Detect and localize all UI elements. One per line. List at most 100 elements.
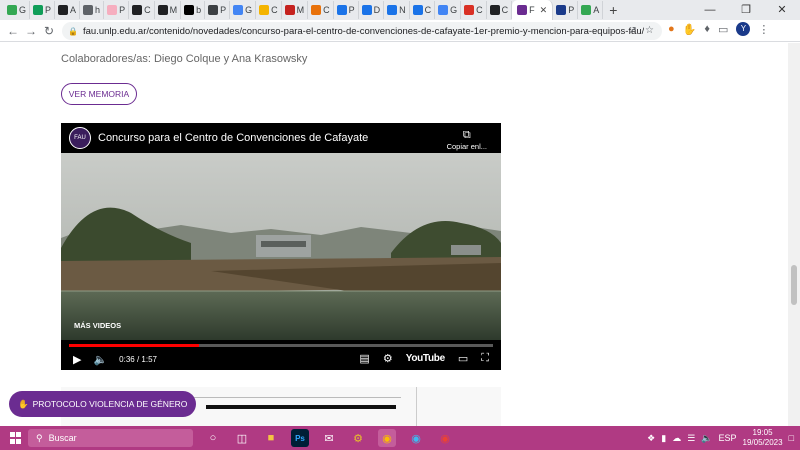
cortana-icon[interactable]: ○ (204, 429, 222, 447)
tab-label: N (399, 5, 406, 15)
extensions-area: ● ✋ ♦ ▭ Y ⋮ (668, 22, 769, 36)
address-bar: ← → ↻ 🔒 fau.unlp.edu.ar/contenido/noveda… (0, 20, 800, 42)
tab-label: C (501, 5, 509, 15)
collaborators-text: Colaboradores/as: Diego Colque y Ana Kra… (61, 53, 308, 65)
ver-memoria-button[interactable]: VER MEMORIA (61, 83, 137, 105)
clock[interactable]: 19:05 19/05/2023 (743, 428, 783, 448)
video-frame (61, 153, 501, 340)
browser-tab[interactable]: G (435, 1, 462, 19)
volume-icon[interactable]: 🔈 (93, 353, 107, 366)
metamask-extension-icon[interactable]: ● (668, 23, 675, 35)
bookmark-star-icon[interactable]: ☆ (645, 22, 654, 40)
browser-tab[interactable]: M (155, 1, 182, 19)
browser-tab[interactable]: h (80, 1, 105, 19)
tab-favicon-icon (7, 5, 17, 15)
taskbar-search[interactable]: ⚲ Buscar (28, 429, 193, 447)
fullscreen-icon[interactable]: ⛶ (481, 352, 489, 365)
browser-tab[interactable]: C (410, 1, 436, 19)
browser-tab[interactable]: P (30, 1, 56, 19)
mail-icon[interactable]: ✉ (320, 429, 338, 447)
tab-favicon-icon (361, 5, 372, 15)
tab-label: F (529, 5, 535, 15)
browser-tab[interactable]: b (181, 1, 206, 19)
video-progress-bar[interactable] (69, 344, 493, 347)
minimize-icon[interactable]: — (692, 0, 728, 20)
channel-avatar[interactable]: FAU (69, 127, 91, 149)
tab-label: C (323, 5, 330, 15)
tab-favicon-icon (311, 5, 322, 15)
menu-kebab-icon[interactable]: ⋮ (758, 23, 769, 36)
windows-start-icon[interactable] (10, 432, 22, 444)
reload-icon[interactable]: ↻ (40, 24, 58, 38)
clock-date: 19/05/2023 (742, 438, 783, 447)
notifications-icon[interactable]: □ (789, 433, 794, 443)
browser-tab[interactable]: P (104, 1, 130, 19)
tab-favicon-icon (464, 5, 475, 15)
edge-icon[interactable]: ◉ (407, 429, 425, 447)
tab-label: G (245, 5, 253, 15)
extensions-puzzle-icon[interactable]: ♦ (704, 23, 710, 35)
subtitles-icon[interactable]: ▤ (359, 352, 369, 365)
app-icon[interactable]: ⚙ (349, 429, 367, 447)
browser-tab[interactable]: P (334, 1, 359, 19)
browser-tab[interactable]: C (487, 1, 513, 19)
browser-tab[interactable]: A (578, 1, 604, 19)
browser-tab[interactable]: C (308, 1, 334, 19)
video-title[interactable]: Concurso para el Centro de Convenciones … (98, 132, 368, 144)
settings-gear-icon[interactable]: ⚙ (383, 352, 393, 365)
tab-label: D (373, 5, 381, 15)
photoshop-icon[interactable]: Ps (291, 429, 309, 447)
browser-tab[interactable]: P (205, 1, 231, 19)
youtube-logo[interactable]: YouTube (406, 353, 446, 364)
tab-favicon-icon (132, 5, 143, 15)
people-icon[interactable]: ❖ (647, 433, 655, 444)
forward-icon[interactable]: → (22, 24, 40, 38)
tab-strip: G P Ah P C Mb P G C M C P D N C G C C F ✕ P A + (0, 0, 800, 20)
copy-link-button[interactable]: ⧉ Copiar enl... (447, 129, 487, 151)
page-scrollbar[interactable] (788, 43, 800, 426)
youtube-video-player[interactable]: FAU Concurso para el Centro de Convencio… (61, 123, 501, 370)
browser-tab[interactable]: C (129, 1, 155, 19)
browser-tab[interactable]: D (359, 1, 385, 19)
windows-taskbar: ⚲ Buscar ○ ◫ ■ Ps ✉ ⚙ ◉ ◉ ◉ ❖ ▮ ☁ ☰ 🔈 ES… (0, 426, 800, 450)
share-icon[interactable]: ↗ (629, 22, 637, 40)
language-indicator[interactable]: ESP (719, 433, 737, 443)
cast-icon[interactable]: ▭ (458, 352, 468, 365)
wifi-icon[interactable]: ☰ (687, 433, 695, 444)
back-icon[interactable]: ← (4, 24, 22, 38)
protocolo-violencia-button[interactable]: ✋ PROTOCOLO VIOLENCIA DE GÉNERO (9, 391, 197, 417)
play-icon[interactable]: ▶ (73, 353, 81, 366)
browser-tab[interactable]: A (55, 1, 81, 19)
side-panel-icon[interactable]: ▭ (718, 23, 728, 36)
video-title-bar: FAU Concurso para el Centro de Convencio… (61, 123, 501, 153)
cloud-icon[interactable]: ☁ (672, 433, 681, 444)
chrome-profile-icon[interactable]: ◉ (436, 429, 454, 447)
tab-favicon-icon (208, 5, 219, 15)
browser-tab[interactable]: M (282, 1, 309, 19)
browser-tab[interactable]: F ✕ (512, 0, 554, 20)
extension-icon-2[interactable]: ✋ (683, 23, 697, 36)
browser-tab[interactable]: C (256, 1, 282, 19)
maximize-icon[interactable]: ❐ (728, 0, 764, 20)
volume-tray-icon[interactable]: 🔈 (701, 433, 712, 444)
browser-tab[interactable]: C (461, 1, 487, 19)
plan-section-bar (206, 405, 396, 409)
profile-avatar[interactable]: Y (736, 22, 751, 36)
close-window-icon[interactable]: ✕ (764, 0, 800, 20)
browser-tab[interactable]: N (384, 1, 410, 19)
page-content: Colaboradores/as: Diego Colque y Ana Kra… (0, 43, 788, 426)
tab-label: M (169, 5, 178, 15)
browser-tab[interactable]: G (230, 1, 257, 19)
plan-sketch (416, 387, 486, 426)
chrome-icon[interactable]: ◉ (378, 429, 396, 447)
browser-tab[interactable]: P (553, 1, 579, 19)
scrollbar-thumb[interactable] (791, 265, 797, 305)
browser-tab[interactable]: G (4, 1, 31, 19)
file-explorer-icon[interactable]: ■ (262, 429, 280, 447)
more-videos-label[interactable]: MÁS VIDEOS (74, 321, 121, 330)
new-tab-button[interactable]: + (609, 2, 617, 18)
battery-icon[interactable]: ▮ (661, 433, 666, 444)
url-field[interactable]: 🔒 fau.unlp.edu.ar/contenido/novedades/co… (62, 22, 662, 40)
close-tab-icon[interactable]: ✕ (540, 5, 548, 16)
task-view-icon[interactable]: ◫ (233, 429, 251, 447)
